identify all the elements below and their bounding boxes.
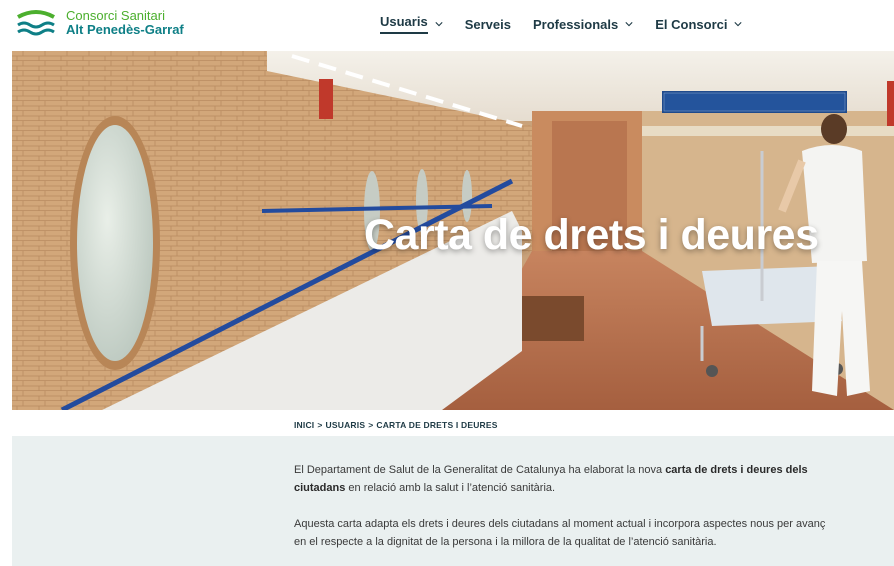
site-header: Consorci Sanitari Alt Penedès-Garraf Usu…: [0, 0, 894, 50]
nav-item-usuaris[interactable]: Usuaris: [380, 14, 443, 34]
main-nav: Usuaris Serveis Professionals El Consorc…: [380, 14, 764, 34]
page-title: Carta de drets i deures: [364, 211, 819, 259]
breadcrumb-item-inici[interactable]: INICI: [294, 420, 314, 430]
nav-label-usuaris: Usuaris: [380, 14, 428, 34]
nav-label-el-consorci: El Consorci: [655, 16, 728, 32]
chevron-down-icon: [625, 22, 633, 27]
nav-label-professionals: Professionals: [532, 16, 619, 32]
nav-item-el-consorci[interactable]: El Consorci: [655, 14, 743, 34]
chevron-down-icon: [734, 22, 743, 27]
brand-name-line2: Alt Penedès-Garraf: [66, 22, 184, 37]
breadcrumb-separator: >: [368, 420, 374, 430]
brand-name-line1: Consorci Sanitari: [66, 8, 165, 23]
site-logo[interactable]: Consorci Sanitari Alt Penedès-Garraf: [16, 8, 184, 38]
waves-logo-icon: [17, 10, 55, 36]
detail-line1: Aquesta carta adapta els drets i deures …: [294, 518, 826, 530]
nav-item-professionals[interactable]: Professionals: [533, 14, 633, 34]
intro-text-end: en relació amb la salut i l’atenció sani…: [345, 482, 556, 494]
breadcrumb-separator: >: [317, 420, 323, 430]
intro-bold-line1: carta de drets i deures dels: [665, 464, 808, 476]
intro-bold-line2: ciutadans: [294, 482, 346, 494]
breadcrumb: INICI > USUARIS > CARTA DE DRETS I DEURE…: [294, 420, 498, 430]
hero-banner: Carta de drets i deures: [12, 51, 894, 410]
detail-line2: en el respecte a la dignitat de la perso…: [294, 536, 717, 548]
content-section: El Departament de Salut de la Generalita…: [12, 436, 894, 566]
breadcrumb-item-current: CARTA DE DRETS I DEURES: [376, 420, 498, 430]
chevron-down-icon: [435, 22, 443, 27]
intro-paragraph: El Departament de Salut de la Generalita…: [294, 461, 894, 497]
nav-item-serveis[interactable]: Serveis: [465, 14, 511, 34]
intro-text-start: El Departament de Salut de la Generalita…: [294, 464, 666, 476]
nav-label-serveis: Serveis: [464, 16, 511, 32]
breadcrumb-item-usuaris[interactable]: USUARIS: [326, 420, 366, 430]
detail-paragraph: Aquesta carta adapta els drets i deures …: [294, 515, 894, 551]
